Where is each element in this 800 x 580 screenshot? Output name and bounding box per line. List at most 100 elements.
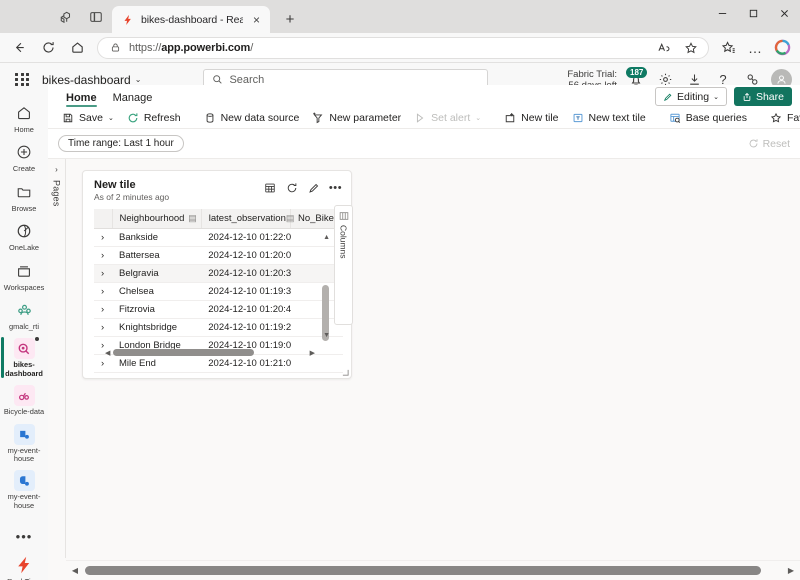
new-text-tile-button[interactable]: New text tile [566,109,651,127]
sidebar-item-bicycle-data[interactable]: Bicycle-data [0,381,48,419]
row-expander[interactable]: › [94,354,112,373]
cell-latest-observation: 2024-12-10 01:20:33.2950 [201,264,291,283]
scroll-left-arrow-icon[interactable]: ◀ [105,349,110,357]
column-filter-icon[interactable]: ▤ [188,213,197,224]
sidebar-item-create[interactable]: Create [0,137,48,176]
window-close-button[interactable] [769,0,800,26]
scrollbar-thumb[interactable] [113,349,255,356]
scroll-left-arrow-icon[interactable]: ◀ [70,566,80,575]
more-ellipsis-icon[interactable]: ••• [329,181,342,194]
workspaces-browser-icon[interactable] [58,9,74,25]
column-header-neighbourhood[interactable]: Neighbourhood ▤ [112,209,202,229]
save-button[interactable]: Save ⌄ [56,109,119,127]
sidebar-item-my-eventhouse-1[interactable]: my-event-house [0,420,48,467]
table-view-icon[interactable] [263,181,276,194]
window-minimize-button[interactable] [707,0,738,26]
refresh-label: Refresh [143,111,181,124]
table-row[interactable]: › Mile End 2024-12-10 01:21:03.5970 [94,354,343,373]
new-data-source-button[interactable]: New data source [198,109,305,127]
row-expander[interactable]: › [94,264,112,283]
app-launcher-icon[interactable] [12,70,32,90]
tab-home[interactable]: Home [60,92,103,107]
refresh-button[interactable]: Refresh [121,109,186,127]
collections-icon[interactable] [716,36,740,60]
canvas-horizontal-scrollbar[interactable]: ◀ ▶ [66,560,800,580]
base-queries-button[interactable]: Base queries [663,109,752,127]
fabric-bolt-icon [121,13,134,26]
scrollbar-track[interactable] [113,349,306,356]
chevron-right-icon[interactable]: › [55,165,58,174]
sidebar-item-rti[interactable]: Real-Time Intelligence [0,550,48,580]
base-queries-icon [668,111,682,125]
sidebar-item-bikes-dashboard[interactable]: bikes-dashboard [0,334,48,381]
table-row[interactable]: › Chelsea 2024-12-10 01:19:38.7430 [94,282,343,301]
scrollbar-track[interactable] [83,566,783,575]
reload-button[interactable] [35,35,61,61]
tile-title: New tile [94,179,136,191]
tile-subtitle: As of 2 minutes ago [94,192,170,202]
new-tab-button[interactable]: + [279,8,301,30]
split-screen-icon[interactable] [88,9,104,25]
row-expander[interactable]: › [94,246,112,265]
row-expander[interactable]: › [94,228,112,247]
back-button[interactable] [6,35,32,61]
scroll-up-arrow-icon[interactable]: ▲ [323,234,330,241]
read-aloud-icon[interactable] [654,38,674,58]
window-maximize-button[interactable] [738,0,769,26]
set-alert-button[interactable]: Set alert ⌄ [408,109,486,127]
columns-panel[interactable]: Columns [334,205,353,325]
new-tile-button[interactable]: New tile [498,109,563,127]
editing-mode-button[interactable]: Editing ⌄ [654,87,727,106]
scrollbar-thumb[interactable] [85,566,761,575]
pages-panel[interactable]: › Pages [48,159,66,558]
share-button[interactable]: Share [733,87,792,106]
dashboard-tile[interactable]: New tile As of 2 minutes ago ••• Neighbo… [82,170,353,379]
row-expander[interactable]: › [94,282,112,301]
sidebar-item-browse[interactable]: Browse [0,177,48,216]
table-row[interactable]: › Fitzrovia 2024-12-10 01:20:45.3370 [94,300,343,319]
favorite-star-icon[interactable] [681,38,701,58]
unsaved-dot-icon [35,337,39,342]
sidebar-item-onelake[interactable]: OneLake [0,216,48,255]
column-filter-icon[interactable]: ▤ [286,213,295,224]
browser-tab[interactable]: bikes-dashboard - Real-Time Inte × [112,6,270,33]
dashboard-canvas: › Pages New tile As of 2 minutes ago •••… [48,159,800,580]
time-range-filter[interactable]: Time range: Last 1 hour [58,135,184,152]
column-header-latest-observation[interactable]: latest_observation ▤ [201,209,294,229]
edit-pencil-icon[interactable] [307,181,320,194]
table-row[interactable]: › Knightsbridge 2024-12-10 01:19:20.2560 [94,318,343,337]
tab-manage[interactable]: Manage [107,92,159,107]
tile-resize-handle[interactable] [342,369,349,376]
sidebar-item-my-eventhouse-2[interactable]: my-event-house [0,466,48,513]
grid-horizontal-scrollbar[interactable]: ◀ ▶ [105,348,315,357]
scroll-down-arrow-icon[interactable]: ▼ [323,332,330,339]
scroll-right-arrow-icon[interactable]: ▶ [310,349,315,357]
sidebar-item-workspaces[interactable]: Workspaces [0,256,48,295]
favorite-button[interactable]: Favorite [764,109,800,127]
new-parameter-label: New parameter [329,111,402,124]
sidebar-item-home[interactable]: Home [0,98,48,137]
sidebar-item-gmalc-rti[interactable]: gmalc_rti [0,295,48,334]
more-ellipsis-icon: ••• [15,528,33,544]
reset-button[interactable]: Reset [748,138,790,150]
address-bar[interactable]: https://app.powerbi.com/ [97,36,709,59]
onelake-icon [13,220,35,242]
refresh-icon[interactable] [285,181,298,194]
search-icon [212,74,223,85]
table-row[interactable]: › Battersea 2024-12-10 01:20:09.1020 [94,246,343,265]
sidebar-more-button[interactable]: ••• [0,513,48,550]
sidebar-item-label: gmalc_rti [9,322,39,332]
new-parameter-button[interactable]: New parameter [306,109,406,127]
table-row[interactable]: › Bankside 2024-12-10 01:22:06.1730 [94,228,343,247]
copilot-icon[interactable] [770,36,794,60]
row-expander[interactable]: › [94,300,112,319]
home-button[interactable] [64,35,90,61]
cell-neighbourhood: Belgravia [112,264,202,283]
table-row[interactable]: › Belgravia 2024-12-10 01:20:33.2950 [94,264,343,283]
tab-close-icon[interactable]: × [250,13,263,26]
row-expander[interactable]: › [94,318,112,337]
site-info-lock-icon[interactable] [109,41,122,54]
notification-badge: 187 [626,66,648,78]
browser-more-icon[interactable]: … [743,36,767,60]
scroll-right-arrow-icon[interactable]: ▶ [786,566,796,575]
